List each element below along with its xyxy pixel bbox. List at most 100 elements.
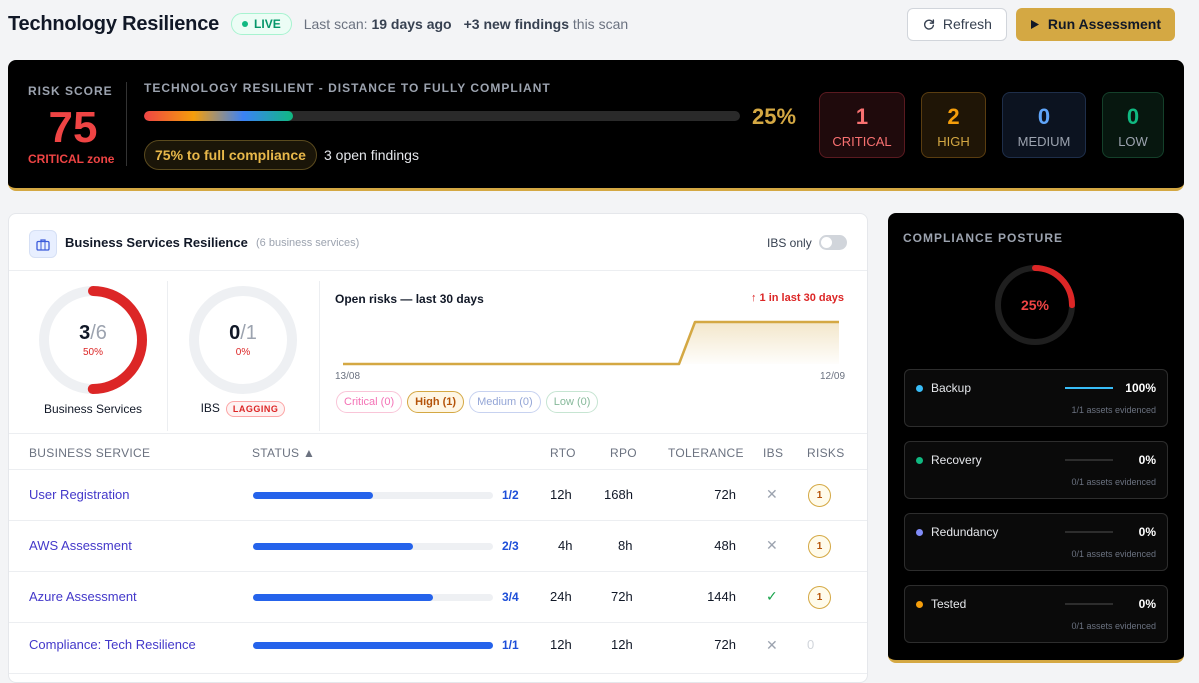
card-title: Business Services Resilience [65, 235, 248, 250]
compliance-progress-bar [144, 111, 740, 121]
status-dot-icon [916, 385, 923, 392]
lagging-badge: LAGGING [225, 401, 286, 417]
table-row[interactable]: Azure Assessment 3/4 24h 72h 144h ✓ 1 [9, 572, 867, 623]
new-findings: +3 new findings this scan [463, 16, 629, 32]
col-rto[interactable]: RTO [550, 446, 576, 460]
card-header: Business Services Resilience (6 business… [9, 214, 867, 271]
ibs-only-label: IBS only [767, 236, 812, 250]
divider [319, 281, 320, 431]
table-row[interactable]: User Registration 1/2 12h 168h 72h ✕ 1 [9, 470, 867, 521]
status-bar [253, 543, 493, 550]
refresh-icon [923, 19, 934, 30]
chart-date-start: 13/08 [335, 371, 361, 382]
close-icon: ✕ [766, 486, 778, 502]
posture-item-tested[interactable]: Tested 0% 0/1 assets evidenced [904, 585, 1168, 643]
status-bar-fill [253, 492, 373, 499]
service-link[interactable]: AWS Assessment [29, 538, 132, 553]
tolerance-value: 72h [714, 637, 736, 652]
close-icon: ✕ [766, 637, 778, 653]
donut-pct: 50% [82, 347, 103, 358]
posture-item-sub: 1/1 assets evidenced [1071, 405, 1156, 415]
rto-value: 12h [550, 487, 572, 502]
service-link[interactable]: Azure Assessment [29, 589, 137, 604]
table-row[interactable]: Compliance: Tech Resilience 1/1 12h 12h … [9, 623, 867, 674]
col-service[interactable]: BUSINESS SERVICE [29, 446, 150, 460]
open-findings: 3 open findings [324, 147, 419, 163]
severity-medium[interactable]: 0 MEDIUM [1002, 92, 1086, 158]
chip-medium[interactable]: Medium (0) [469, 391, 541, 413]
top-bar: Technology Resilience LIVE Last scan: 19… [0, 0, 1199, 48]
status-bar [253, 492, 493, 499]
table-row[interactable]: AWS Assessment 2/3 4h 8h 48h ✕ 1 [9, 521, 867, 572]
posture-item-name: Recovery [931, 453, 982, 467]
business-services-card: Business Services Resilience (6 business… [8, 213, 868, 683]
posture-item-backup[interactable]: Backup 100% 1/1 assets evidenced [904, 369, 1168, 427]
posture-item-bar [1065, 531, 1113, 533]
posture-item-redundancy[interactable]: Redundancy 0% 0/1 assets evidenced [904, 513, 1168, 571]
donut-den: /6 [90, 322, 107, 344]
col-ibs[interactable]: IBS [763, 446, 783, 460]
donut-num: 0 [229, 322, 241, 344]
severity-critical[interactable]: 1 CRITICAL [819, 92, 905, 158]
live-dot-icon [242, 21, 249, 27]
rpo-value: 72h [611, 589, 633, 604]
posture-item-bar [1065, 459, 1113, 461]
posture-item-value: 100% [1125, 381, 1156, 395]
chip-critical[interactable]: Critical (0) [336, 391, 403, 413]
compliance-progress-fill [144, 111, 293, 121]
donut-caption: IBS [200, 401, 220, 415]
risk-count-badge[interactable]: 1 [808, 535, 831, 558]
service-link[interactable]: Compliance: Tech Resilience [29, 637, 196, 652]
ibs-donut: 0/1 0% IBS LAGGING [187, 284, 299, 417]
rpo-value: 12h [611, 637, 633, 652]
severity-low[interactable]: 0 LOW [1102, 92, 1164, 158]
run-assessment-button[interactable]: Run Assessment [1015, 7, 1175, 41]
ibs-only-toggle[interactable] [819, 235, 847, 250]
risk-score-value: 75 [48, 103, 98, 152]
play-icon [1030, 19, 1039, 29]
service-link[interactable]: User Registration [29, 487, 129, 502]
status-bar-fill [253, 543, 414, 550]
divider [126, 82, 127, 166]
risk-count-badge[interactable]: 1 [808, 484, 831, 507]
col-tolerance[interactable]: TOLERANCE [668, 446, 744, 460]
posture-item-bar-fill [1065, 387, 1113, 389]
close-icon: ✕ [766, 537, 778, 553]
risk-banner: RISK SCORE 75 CRITICAL zone TECHNOLOGY R… [8, 60, 1184, 191]
status-fraction: 3/4 [502, 590, 519, 604]
col-rpo[interactable]: RPO [610, 446, 637, 460]
chip-high[interactable]: High (1) [407, 391, 465, 413]
tolerance-value: 72h [714, 487, 736, 502]
posture-item-name: Tested [931, 597, 967, 611]
posture-item-sub: 0/1 assets evidenced [1071, 477, 1156, 487]
risk-count-badge[interactable]: 1 [808, 586, 831, 609]
status-dot-icon [916, 601, 923, 608]
posture-item-value: 0% [1138, 525, 1156, 539]
status-bar-fill [253, 642, 493, 649]
risk-count-zero: 0 [807, 637, 815, 652]
progress-title: TECHNOLOGY RESILIENT - DISTANCE TO FULLY… [144, 81, 551, 95]
risk-score-label: RISK SCORE [28, 84, 113, 98]
refresh-button[interactable]: Refresh [906, 7, 1007, 41]
business-services-donut: 3/6 50% Business Services [37, 284, 149, 416]
compliance-percent: 25% [752, 104, 797, 129]
donut-pct: 0% [235, 347, 251, 358]
posture-item-bar [1065, 603, 1113, 605]
posture-item-sub: 0/1 assets evidenced [1071, 549, 1156, 559]
check-icon: ✓ [766, 588, 778, 604]
compliance-posture-panel: COMPLIANCE POSTURE 25% Backup 100% 1/1 a… [888, 213, 1184, 663]
posture-item-value: 0% [1138, 597, 1156, 611]
posture-percent: 25% [1020, 297, 1050, 313]
table-header: BUSINESS SERVICE STATUS ▲ RTO RPO TOLERA… [9, 433, 867, 470]
chip-low[interactable]: Low (0) [545, 391, 599, 413]
posture-item-recovery[interactable]: Recovery 0% 0/1 assets evidenced [904, 441, 1168, 499]
col-risks[interactable]: RISKS [807, 446, 845, 460]
status-dot-icon [916, 529, 923, 536]
chart-date-end: 12/09 [820, 371, 846, 382]
col-status[interactable]: STATUS ▲ [252, 446, 315, 460]
severity-chips: Critical (0) High (1) Medium (0) Low (0) [336, 391, 599, 413]
posture-item-name: Backup [931, 381, 972, 395]
rpo-value: 168h [604, 487, 633, 502]
severity-high[interactable]: 2 HIGH [921, 92, 986, 158]
tolerance-value: 144h [707, 589, 736, 604]
